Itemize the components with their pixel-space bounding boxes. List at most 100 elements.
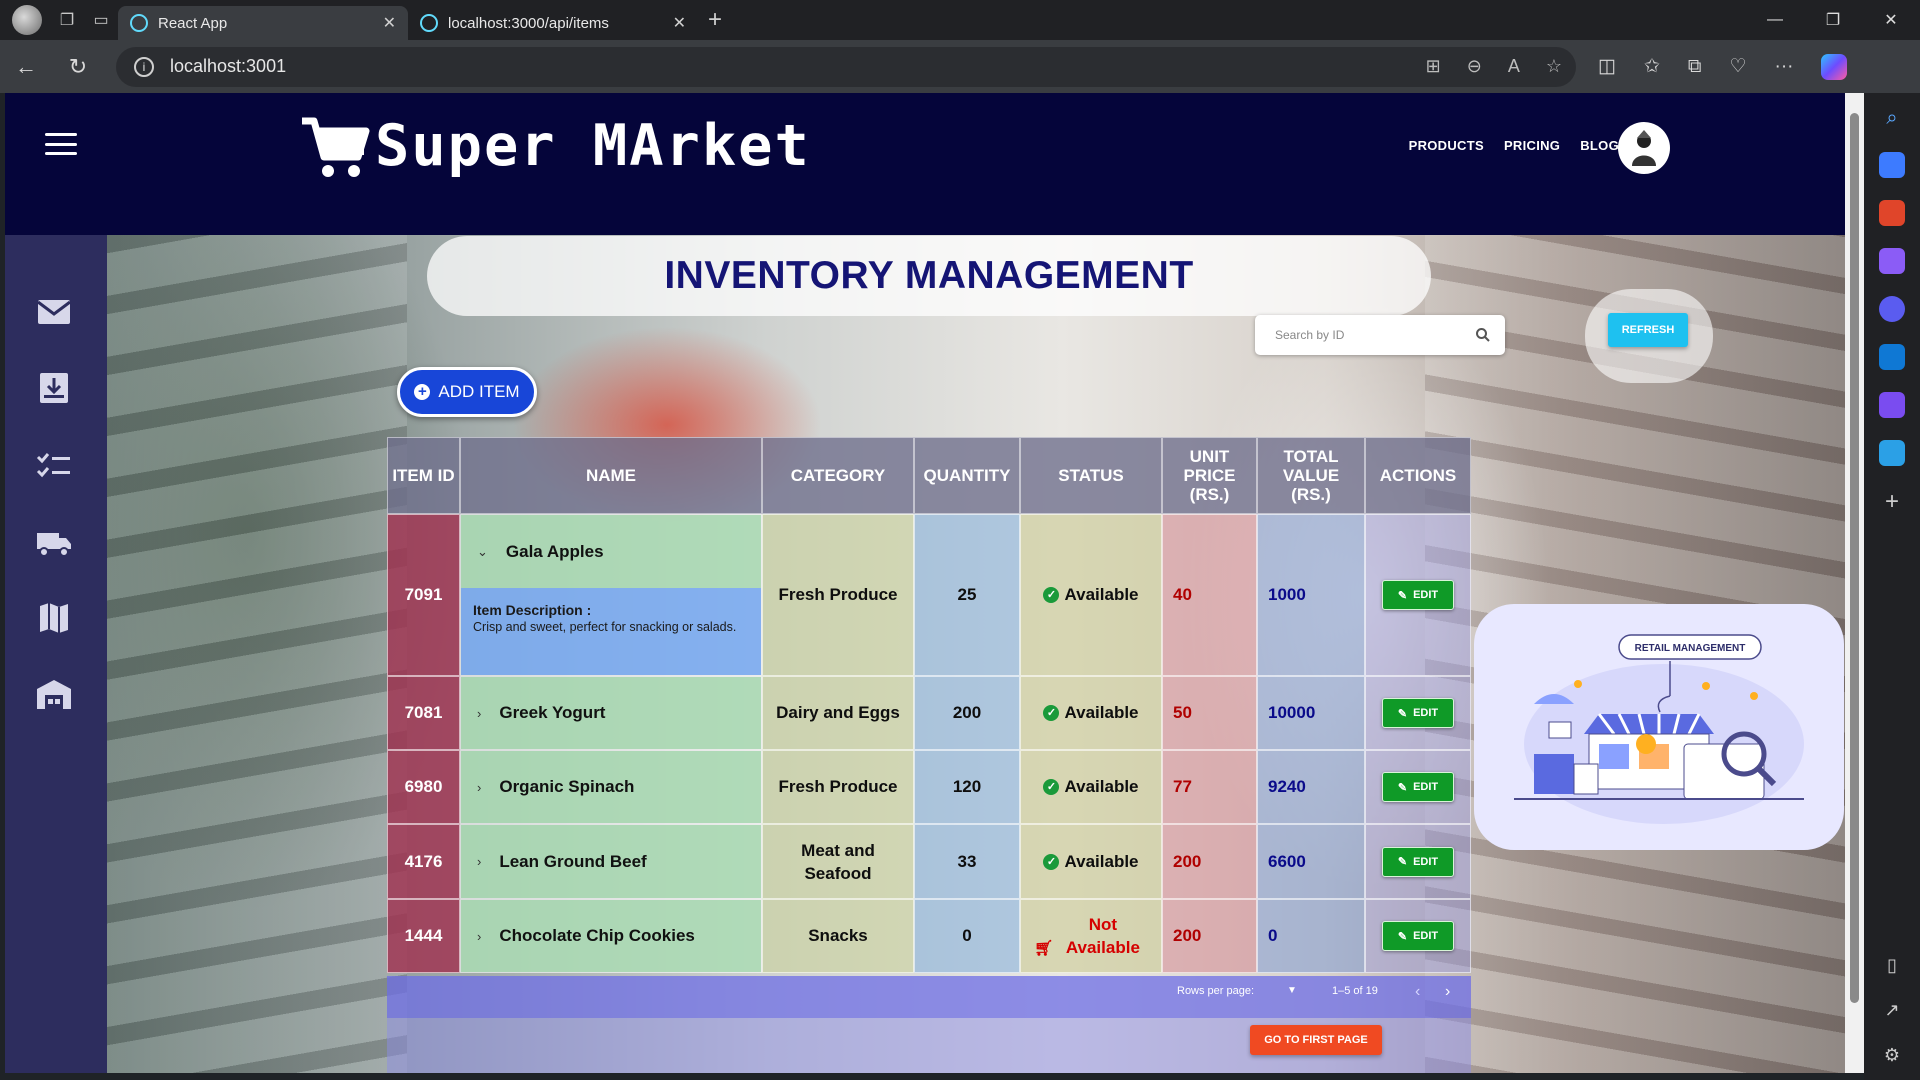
favorites-icon[interactable]: ✩: [1644, 55, 1660, 78]
browser-tabstrip: ❐ ▭ React App ✕ localhost:3000/api/items…: [0, 0, 1920, 40]
header-quantity[interactable]: QUANTITY: [914, 437, 1020, 514]
close-window-icon[interactable]: ✕: [1862, 0, 1920, 40]
unit-price-cell: 40: [1162, 514, 1257, 676]
copilot-sidebar-icon[interactable]: [1879, 296, 1905, 322]
refresh-button[interactable]: REFRESH: [1608, 313, 1688, 347]
tab-actions-icon[interactable]: ▭: [84, 3, 118, 37]
header-total-value[interactable]: TOTAL VALUE (RS.): [1257, 437, 1365, 514]
chevron-right-icon[interactable]: ›: [477, 780, 481, 795]
previous-page-icon[interactable]: ‹: [1415, 983, 1420, 1001]
tab-api-items[interactable]: localhost:3000/api/items ✕: [408, 6, 698, 40]
games-icon[interactable]: [1879, 248, 1905, 274]
add-sidebar-app-icon[interactable]: +: [1885, 488, 1899, 516]
new-tab-button[interactable]: +: [708, 6, 722, 34]
page-title-banner: INVENTORY MANAGEMENT: [427, 236, 1431, 316]
profile-avatar[interactable]: [12, 5, 42, 35]
menu-hamburger-icon[interactable]: [45, 133, 77, 155]
workspaces-icon[interactable]: ❐: [50, 3, 84, 37]
search-icon[interactable]: [1475, 327, 1491, 343]
site-info-icon[interactable]: i: [134, 56, 154, 77]
tools-icon[interactable]: [1879, 200, 1905, 226]
edit-button[interactable]: ✎ EDIT: [1382, 772, 1454, 802]
chevron-right-icon[interactable]: ›: [477, 929, 481, 944]
category-cell: Fresh Produce: [762, 750, 914, 824]
more-options-icon[interactable]: ···: [1775, 56, 1794, 78]
go-to-first-page-button[interactable]: GO TO FIRST PAGE: [1250, 1025, 1382, 1055]
status-text: Available: [1064, 703, 1139, 722]
archive-download-icon[interactable]: [35, 371, 73, 405]
back-icon[interactable]: ←: [0, 54, 52, 80]
warehouse-icon[interactable]: [35, 677, 73, 711]
name-toggle[interactable]: ⌄ Gala Apples: [461, 515, 761, 588]
unit-price-cell: 77: [1162, 750, 1257, 824]
scrollbar-thumb[interactable]: [1850, 113, 1859, 1003]
settings-gear-icon[interactable]: ⚙: [1884, 1045, 1900, 1066]
item-id-cell: 4176: [387, 824, 460, 899]
unit-price-cell: 200: [1162, 899, 1257, 973]
edit-button[interactable]: ✎ EDIT: [1382, 921, 1454, 951]
item-id-cell: 6980: [387, 750, 460, 824]
map-icon[interactable]: [35, 601, 73, 635]
tab-react-app[interactable]: React App ✕: [118, 6, 408, 40]
header-name[interactable]: NAME: [460, 437, 762, 514]
pencil-icon: ✎: [1397, 930, 1408, 943]
status-cell: ✓ Available: [1020, 824, 1162, 899]
designer-icon[interactable]: [1879, 392, 1905, 418]
search-box[interactable]: [1255, 315, 1505, 355]
pencil-icon: ✎: [1397, 781, 1408, 794]
search-input[interactable]: [1275, 328, 1475, 342]
checklist-icon[interactable]: [35, 449, 73, 483]
chevron-right-icon[interactable]: ›: [477, 854, 481, 869]
react-favicon-icon: [130, 14, 148, 32]
reload-icon[interactable]: ↻: [52, 54, 104, 80]
nav-blog[interactable]: BLOG: [1580, 138, 1619, 153]
read-aloud-icon[interactable]: A: [1508, 56, 1520, 77]
nav-products[interactable]: PRODUCTS: [1409, 138, 1484, 153]
chevron-down-icon[interactable]: ⌄: [477, 544, 488, 560]
search-sidebar-icon[interactable]: ⌕: [1886, 107, 1897, 130]
item-id-cell: 7081: [387, 676, 460, 750]
restore-icon[interactable]: ❐: [1804, 0, 1862, 40]
page-scrollbar[interactable]: [1845, 93, 1864, 1073]
add-item-button[interactable]: + ADD ITEM: [397, 367, 537, 417]
address-bar[interactable]: i localhost:3001 ⊞ ⊖ A ☆: [116, 46, 1576, 87]
minimize-icon[interactable]: —: [1746, 0, 1804, 40]
next-page-icon[interactable]: ›: [1445, 983, 1450, 1001]
mail-icon[interactable]: [35, 295, 73, 329]
pagination-range: 1–5 of 19: [1332, 985, 1378, 997]
edit-button[interactable]: ✎ EDIT: [1382, 580, 1454, 610]
hide-sidebar-icon[interactable]: ▯: [1887, 955, 1897, 976]
rows-per-page-select[interactable]: ▼: [1287, 985, 1297, 996]
nav-pricing[interactable]: PRICING: [1504, 138, 1560, 153]
name-toggle[interactable]: › Chocolate Chip Cookies: [461, 900, 761, 972]
page-title: INVENTORY MANAGEMENT: [664, 254, 1194, 297]
app-available-icon[interactable]: ⊞: [1426, 56, 1441, 77]
header-category[interactable]: CATEGORY: [762, 437, 914, 514]
zoom-icon[interactable]: ⊖: [1467, 56, 1482, 77]
split-screen-icon[interactable]: ◫: [1598, 55, 1616, 78]
header-status[interactable]: STATUS: [1020, 437, 1162, 514]
url-text[interactable]: localhost:3001: [170, 56, 286, 77]
name-toggle[interactable]: › Organic Spinach: [461, 751, 761, 823]
collections-icon[interactable]: ⧉: [1688, 56, 1702, 78]
close-tab-icon[interactable]: ✕: [383, 13, 396, 33]
close-tab-icon[interactable]: ✕: [673, 13, 686, 33]
shopping-icon[interactable]: [1879, 152, 1905, 178]
header-unit-price[interactable]: UNIT PRICE (RS.): [1162, 437, 1257, 514]
outlook-icon[interactable]: [1879, 344, 1905, 370]
user-avatar[interactable]: [1618, 122, 1670, 174]
edit-button[interactable]: ✎ EDIT: [1382, 698, 1454, 728]
name-toggle[interactable]: › Lean Ground Beef: [461, 825, 761, 898]
open-external-icon[interactable]: ↗: [1884, 1000, 1899, 1021]
browser-essentials-icon[interactable]: ♡: [1729, 55, 1746, 78]
description-text: Crisp and sweet, perfect for snacking or…: [473, 620, 737, 634]
actions-cell: ✎ EDIT: [1365, 824, 1471, 899]
edit-button[interactable]: ✎ EDIT: [1382, 846, 1454, 877]
chevron-right-icon[interactable]: ›: [477, 706, 481, 721]
name-toggle[interactable]: › Greek Yogurt: [461, 677, 761, 749]
favorite-star-icon[interactable]: ☆: [1546, 56, 1562, 77]
truck-icon[interactable]: [35, 525, 73, 559]
copilot-icon[interactable]: [1821, 53, 1848, 80]
send-icon[interactable]: [1879, 440, 1905, 466]
header-item-id[interactable]: ITEM ID: [387, 437, 460, 514]
